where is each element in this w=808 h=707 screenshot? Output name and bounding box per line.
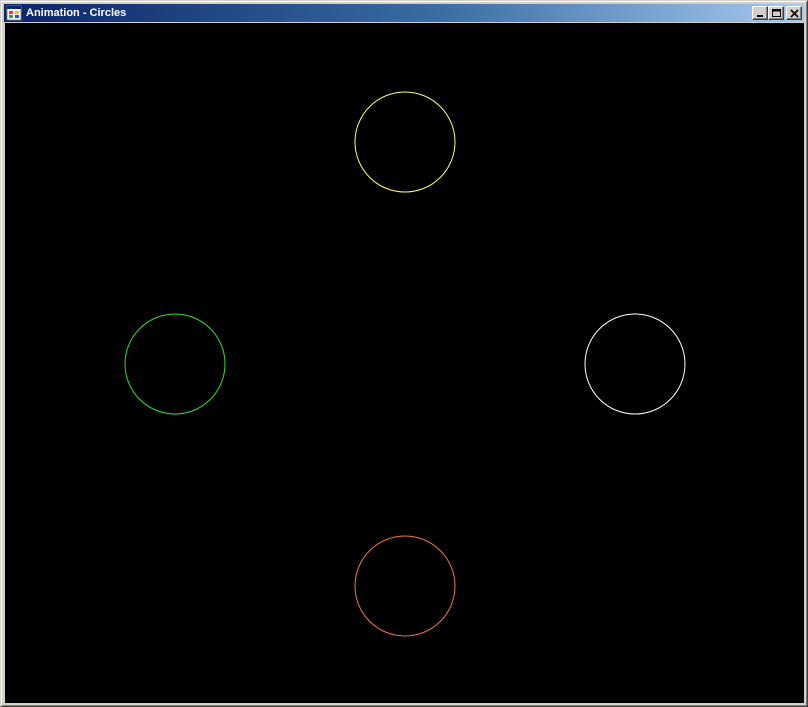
app-window: Animation - Circles bbox=[0, 0, 808, 707]
yellow-circle bbox=[354, 91, 456, 193]
close-icon bbox=[790, 9, 799, 18]
window-title: Animation - Circles bbox=[26, 7, 127, 19]
orange-circle bbox=[354, 535, 456, 637]
circle-canvas bbox=[124, 91, 686, 637]
green-circle bbox=[124, 313, 226, 415]
app-form-icon bbox=[6, 5, 22, 21]
caption-buttons bbox=[752, 6, 802, 20]
maximize-icon bbox=[772, 9, 781, 17]
minimize-button[interactable] bbox=[752, 6, 768, 20]
close-button[interactable] bbox=[786, 6, 802, 20]
title-bar[interactable]: Animation - Circles bbox=[4, 4, 804, 22]
animation-canvas bbox=[5, 23, 804, 703]
maximize-button[interactable] bbox=[768, 6, 784, 20]
white-circle bbox=[584, 313, 686, 415]
minimize-icon bbox=[757, 15, 763, 17]
